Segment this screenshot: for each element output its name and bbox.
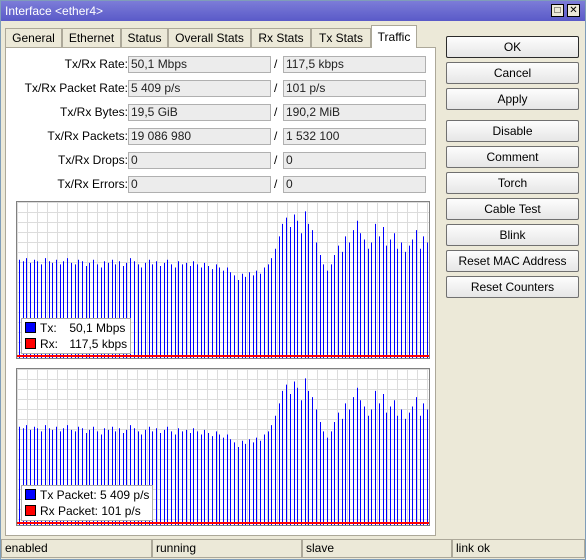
- torch-button[interactable]: Torch: [446, 172, 579, 194]
- tab-overall-stats[interactable]: Overall Stats: [168, 28, 251, 47]
- cable-test-button[interactable]: Cable Test: [446, 198, 579, 220]
- packet-graph: Tx Packet: 5 409 p/s Rx Packet: 101 p/s: [16, 368, 430, 526]
- tx-bytes-field[interactable]: 19,5 GiB: [128, 104, 271, 121]
- legend-tx-name: Tx:: [40, 321, 57, 335]
- tx-errors-field[interactable]: 0: [128, 176, 271, 193]
- tx-swatch: [25, 322, 36, 333]
- rx-errors-field[interactable]: 0: [283, 176, 426, 193]
- tx-drops-field[interactable]: 0: [128, 152, 271, 169]
- rx-packet-swatch: [25, 505, 36, 516]
- interface-window: Interface <ether4> □ ✕ General Ethernet …: [0, 0, 586, 560]
- separator: /: [274, 177, 278, 191]
- stat-label: Tx/Rx Drops:: [57, 153, 128, 167]
- rx-bytes-field[interactable]: 190,2 MiB: [283, 104, 426, 121]
- legend-tx-value: 50,1 Mbps: [69, 321, 126, 335]
- rx-drops-field[interactable]: 0: [283, 152, 426, 169]
- blink-button[interactable]: Blink: [446, 224, 579, 246]
- traffic-graph: Tx: 50,1 Mbps Rx: 117,5 kbps: [16, 201, 430, 359]
- status-slave: slave: [302, 539, 452, 558]
- legend-rx-value: 117,5 kbps: [69, 337, 128, 351]
- packet-legend: Tx Packet: 5 409 p/s Rx Packet: 101 p/s: [21, 485, 154, 521]
- stat-label: Tx/Rx Rate:: [64, 57, 128, 71]
- close-icon[interactable]: ✕: [567, 4, 580, 17]
- traffic-panel: Tx/Rx Rate: 50,1 Mbps / 117,5 kbps Tx/Rx…: [5, 47, 436, 536]
- rx-swatch: [25, 338, 36, 349]
- disable-button[interactable]: Disable: [446, 120, 579, 142]
- status-enabled: enabled: [1, 539, 152, 558]
- tab-ethernet[interactable]: Ethernet: [62, 28, 121, 47]
- legend-tx: Tx: 50,1 Mbps: [25, 320, 127, 336]
- stat-label: Tx/Rx Packet Rate:: [24, 81, 128, 95]
- status-bar: enabled running slave link ok: [1, 539, 585, 559]
- legend-rx-packet-value: 101 p/s: [101, 504, 141, 518]
- tab-traffic[interactable]: Traffic: [371, 25, 417, 48]
- separator: /: [274, 81, 278, 95]
- legend-rx-packet-name: Rx Packet:: [40, 504, 99, 518]
- rx-packet-rate-field[interactable]: 101 p/s: [283, 80, 426, 97]
- separator: /: [274, 129, 278, 143]
- tx-packet-rate-field[interactable]: 5 409 p/s: [128, 80, 271, 97]
- window-title: Interface <ether4>: [5, 4, 104, 18]
- tx-packets-field[interactable]: 19 086 980: [128, 128, 271, 145]
- stat-label: Tx/Rx Bytes:: [59, 105, 128, 119]
- tx-rate-field[interactable]: 50,1 Mbps: [128, 56, 271, 73]
- cancel-button[interactable]: Cancel: [446, 62, 579, 84]
- status-running: running: [152, 539, 302, 558]
- legend-tx-packet-value: 5 409 p/s: [100, 488, 150, 502]
- rx-packets-field[interactable]: 1 532 100: [283, 128, 426, 145]
- title-bar[interactable]: Interface <ether4> □ ✕: [1, 1, 585, 21]
- legend-tx-packet-name: Tx Packet:: [40, 488, 97, 502]
- stat-label: Tx/Rx Errors:: [57, 177, 128, 191]
- legend-rx-name: Rx:: [40, 337, 58, 351]
- tab-status[interactable]: Status: [121, 28, 168, 47]
- tx-packet-swatch: [25, 489, 36, 500]
- traffic-legend: Tx: 50,1 Mbps Rx: 117,5 kbps: [21, 318, 132, 354]
- tab-tx-stats[interactable]: Tx Stats: [311, 28, 371, 47]
- reset-counters-button[interactable]: Reset Counters: [446, 276, 579, 298]
- legend-rx: Rx: 117,5 kbps: [25, 336, 127, 352]
- ok-button[interactable]: OK: [446, 36, 579, 58]
- separator: /: [274, 57, 278, 71]
- tab-general[interactable]: General: [5, 28, 62, 47]
- status-link: link ok: [452, 539, 585, 558]
- legend-tx-packet: Tx Packet: 5 409 p/s: [25, 487, 149, 503]
- reset-mac-address-button[interactable]: Reset MAC Address: [446, 250, 579, 272]
- restore-icon[interactable]: □: [551, 4, 564, 17]
- legend-rx-packet: Rx Packet: 101 p/s: [25, 503, 149, 519]
- separator: /: [274, 153, 278, 167]
- rx-rate-field[interactable]: 117,5 kbps: [283, 56, 426, 73]
- stat-label: Tx/Rx Packets:: [47, 129, 128, 143]
- comment-button[interactable]: Comment: [446, 146, 579, 168]
- separator: /: [274, 105, 278, 119]
- tab-rx-stats[interactable]: Rx Stats: [251, 28, 311, 47]
- apply-button[interactable]: Apply: [446, 88, 579, 110]
